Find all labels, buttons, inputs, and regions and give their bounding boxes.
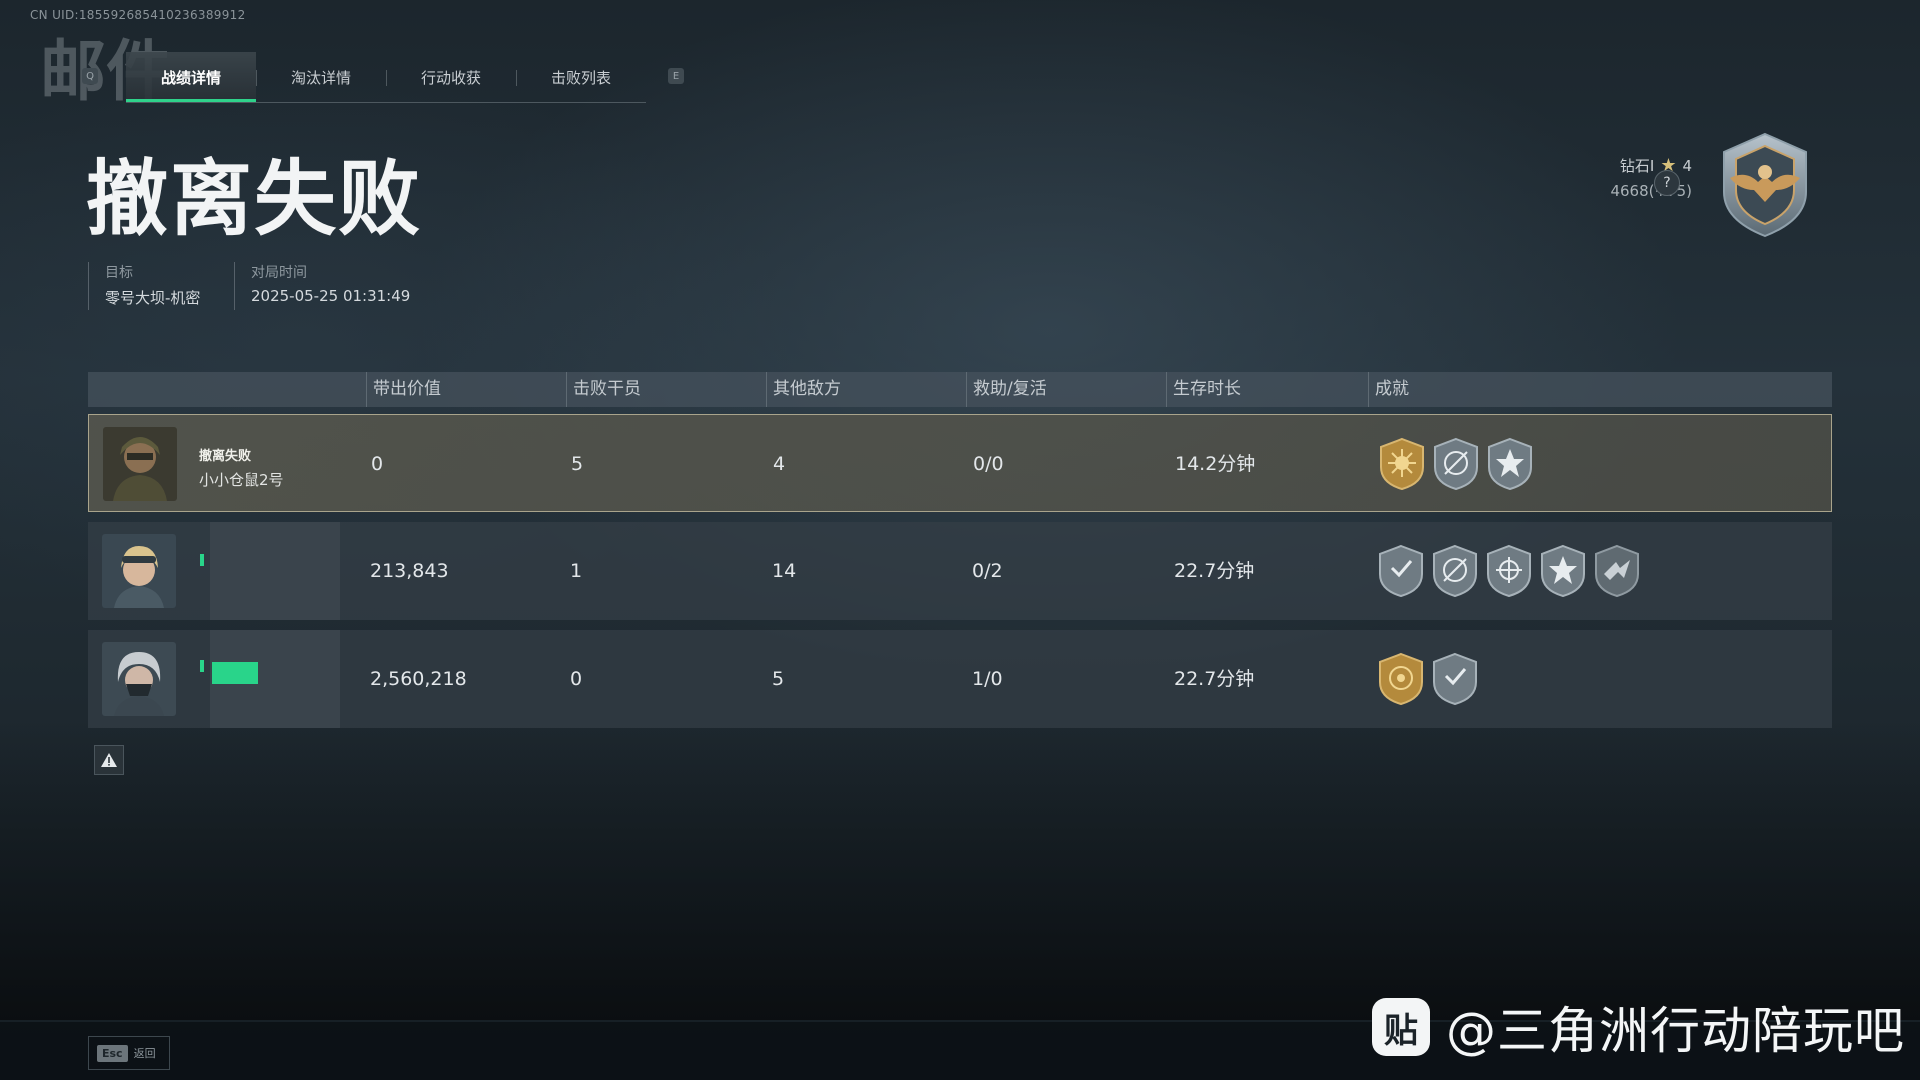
target-value: 零号大坝-机密 bbox=[105, 289, 201, 307]
header-other-enemies: 其他敌方 bbox=[766, 372, 841, 407]
cell-kills: 1 bbox=[570, 560, 583, 582]
header-achievements: 成就 bbox=[1368, 372, 1409, 407]
cell-survival-time: 22.7分钟 bbox=[1174, 668, 1255, 690]
result-title: 撤离失败 bbox=[86, 152, 423, 247]
watermark: 贴 @三角洲行动陪玩吧 bbox=[1372, 996, 1905, 1060]
cell-value: 213,843 bbox=[370, 560, 449, 582]
wing-badge-icon[interactable] bbox=[1594, 544, 1640, 598]
player-status: 撤离失败 bbox=[199, 449, 252, 464]
tab-operation-gains[interactable]: 行动收获 bbox=[386, 52, 516, 102]
avatar bbox=[102, 642, 176, 716]
report-button[interactable] bbox=[94, 745, 124, 775]
watermark-text: @三角洲行动陪玩吧 bbox=[1446, 1002, 1905, 1060]
cell-other-enemies: 14 bbox=[772, 560, 797, 582]
rank-stars: 4 bbox=[1682, 157, 1692, 175]
header-survival-time: 生存时长 bbox=[1166, 372, 1241, 407]
header-value: 带出价值 bbox=[366, 372, 441, 407]
cell-value: 2,560,218 bbox=[370, 668, 467, 690]
rank-emblem-icon bbox=[1723, 132, 1807, 238]
cross-badge-icon[interactable] bbox=[1486, 544, 1532, 598]
tab-bar: 战绩详情 淘汰详情 行动收获 击败列表 bbox=[126, 52, 646, 103]
table-header: 带出价值 击败干员 其他敌方 救助/复活 生存时长 成就 bbox=[88, 372, 1832, 407]
back-label: 返回 bbox=[133, 1047, 156, 1060]
meta-target: 目标 零号大坝-机密 bbox=[88, 262, 200, 310]
avatar bbox=[103, 427, 177, 501]
cell-other-enemies: 4 bbox=[773, 453, 786, 475]
check-shield-badge-icon[interactable] bbox=[1432, 652, 1478, 706]
tab-kill-list[interactable]: 击败列表 bbox=[516, 52, 646, 102]
player-name: 小小仓鼠2号 bbox=[199, 471, 284, 489]
star-burst-badge-icon[interactable] bbox=[1487, 437, 1533, 491]
cell-kills: 5 bbox=[571, 453, 584, 475]
avatar bbox=[102, 534, 176, 608]
tab-elimination-details[interactable]: 淘汰详情 bbox=[256, 52, 386, 102]
rank-info: 钻石I ★ 4 4668(+75) bbox=[1610, 155, 1692, 200]
meta-time: 对局时间 2025-05-25 01:31:49 bbox=[234, 262, 410, 310]
cell-assist-revive: 0/0 bbox=[973, 453, 1004, 475]
star-burst-badge-icon[interactable] bbox=[1540, 544, 1586, 598]
back-button[interactable]: Esc 返回 bbox=[88, 1036, 170, 1070]
warning-icon bbox=[101, 753, 117, 767]
esc-key: Esc bbox=[97, 1044, 128, 1062]
team-marker bbox=[200, 660, 204, 672]
compass-badge-icon[interactable] bbox=[1433, 437, 1479, 491]
gold-target-badge-icon[interactable] bbox=[1378, 652, 1424, 706]
rank-tier: 钻石I bbox=[1619, 157, 1655, 175]
cell-survival-time: 22.7分钟 bbox=[1174, 560, 1255, 582]
header-kills: 击败干员 bbox=[566, 372, 641, 407]
tab-prev-key[interactable]: Q bbox=[82, 68, 98, 84]
header-assist-revive: 救助/复活 bbox=[966, 372, 1047, 407]
table-row[interactable]: 213,843 1 14 0/2 22.7分钟 bbox=[88, 522, 1832, 620]
cell-assist-revive: 1/0 bbox=[972, 668, 1003, 690]
target-label: 目标 bbox=[105, 265, 133, 281]
redacted-name bbox=[210, 522, 340, 620]
time-label: 对局时间 bbox=[251, 265, 307, 281]
check-shield-badge-icon[interactable] bbox=[1378, 544, 1424, 598]
table-row[interactable]: 撤离失败 小小仓鼠2号 0 5 4 0/0 14.2分钟 bbox=[88, 414, 1832, 512]
redacted-highlight bbox=[212, 662, 258, 684]
cell-survival-time: 14.2分钟 bbox=[1175, 453, 1256, 475]
team-marker bbox=[200, 554, 204, 566]
gold-sun-badge-icon[interactable] bbox=[1379, 437, 1425, 491]
tieba-logo-icon: 贴 bbox=[1372, 998, 1430, 1056]
background-terrain bbox=[0, 720, 1920, 1020]
tab-battle-details[interactable]: 战绩详情 bbox=[126, 52, 256, 102]
help-icon[interactable]: ? bbox=[1654, 170, 1680, 196]
time-value: 2025-05-25 01:31:49 bbox=[251, 287, 411, 305]
table-row[interactable]: 2,560,218 0 5 1/0 22.7分钟 bbox=[88, 630, 1832, 728]
tab-next-key[interactable]: E bbox=[668, 68, 684, 84]
cell-assist-revive: 0/2 bbox=[972, 560, 1003, 582]
cell-kills: 0 bbox=[570, 668, 583, 690]
cell-other-enemies: 5 bbox=[772, 668, 785, 690]
compass-badge-icon[interactable] bbox=[1432, 544, 1478, 598]
cell-value: 0 bbox=[371, 453, 384, 475]
